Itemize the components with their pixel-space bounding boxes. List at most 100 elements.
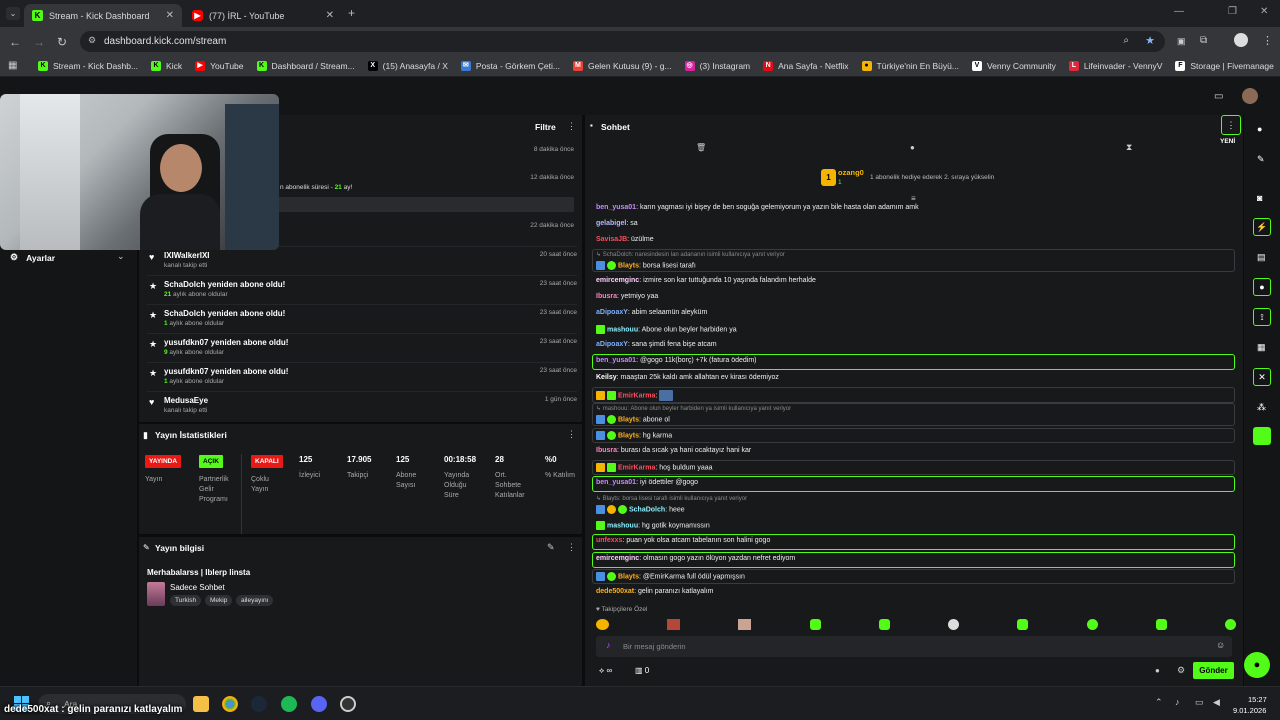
emote-icon[interactable] <box>596 619 609 630</box>
chat-username[interactable]: emircemginc <box>596 277 639 284</box>
chat-icon[interactable]: ● <box>910 143 915 152</box>
tab-search-button[interactable]: ⌄ <box>6 7 20 20</box>
close-tab-icon[interactable]: ✕ <box>166 10 174 21</box>
settings-nav-item[interactable]: ⚙ Ayarlar <box>10 252 55 263</box>
chat-username[interactable]: Blayts <box>618 416 639 423</box>
chat-username[interactable]: mashouu <box>607 326 638 333</box>
chat-username[interactable]: EmirKarma <box>618 392 655 399</box>
chat-username[interactable]: gelabigel <box>596 220 626 227</box>
chat-username[interactable]: SchaDolch <box>629 506 665 513</box>
clock-time[interactable]: 15:27 <box>1248 695 1267 704</box>
chat-username[interactable]: Ibusra <box>596 293 617 300</box>
steam-icon[interactable] <box>251 696 267 712</box>
volume-icon[interactable]: ◀ <box>1213 697 1220 708</box>
chat-username[interactable]: ben_yusa01 <box>596 479 636 486</box>
green-app-icon[interactable] <box>1253 427 1271 445</box>
emote-icon[interactable] <box>738 619 752 630</box>
restore-icon[interactable]: ❐ <box>1228 6 1237 17</box>
bookmark-item[interactable]: K Dashboard / Stream... <box>256 61 355 71</box>
info-icon[interactable]: ● <box>1257 124 1262 134</box>
collapse-icon[interactable]: ≡ <box>911 194 916 203</box>
chat-tool-icon[interactable]: ● <box>1253 278 1271 296</box>
chat-username[interactable]: dede500xat <box>596 588 634 595</box>
apps-grid-icon[interactable]: ▦ <box>8 60 17 71</box>
bookmark-item[interactable]: K Kick <box>151 61 182 71</box>
discord-icon[interactable] <box>311 696 327 712</box>
filter-button[interactable]: Filtre <box>535 122 556 132</box>
microphone-icon[interactable]: ♪ <box>606 640 611 650</box>
spotify-icon[interactable] <box>281 696 297 712</box>
emote-icon[interactable] <box>1224 619 1236 630</box>
share-icon[interactable]: ⁂ <box>1257 402 1266 413</box>
chat-username[interactable]: aDipoaxY <box>596 309 628 316</box>
emote-icon[interactable] <box>1155 619 1167 630</box>
chat-username[interactable]: ben_yusa01 <box>596 204 636 211</box>
monitor-icon[interactable]: ▭ <box>1195 697 1204 708</box>
bookmark-item[interactable]: F Storage | Fivemanage <box>1175 61 1274 71</box>
chat-username[interactable]: SavisaJB <box>596 236 627 243</box>
bookmark-item[interactable]: M Gelen Kutusu (9) - g... <box>572 61 672 71</box>
extensions-puzzle-icon[interactable]: ⧉ <box>1200 35 1207 46</box>
url-field[interactable]: ⚙ dashboard.kick.com/stream ⌕ ★ <box>80 31 1165 52</box>
extension-icon[interactable]: ▣ <box>1177 36 1186 47</box>
chat-username[interactable]: ben_yusa01 <box>596 357 636 364</box>
emote-icon[interactable] <box>948 619 960 630</box>
camera-icon[interactable]: ◙ <box>1257 193 1262 203</box>
bookmark-item[interactable]: ● Türkiye'nin En Büyü... <box>861 61 959 71</box>
forward-icon[interactable]: → <box>33 35 45 49</box>
emote-icon[interactable] <box>1017 619 1029 630</box>
emote-icon[interactable] <box>809 619 821 630</box>
emote-icon[interactable] <box>878 619 890 630</box>
tab-kick-dashboard[interactable]: K Stream - Kick Dashboard ✕ <box>24 4 182 27</box>
chat-username[interactable]: emircemginc <box>596 555 639 562</box>
chat-menu-button[interactable]: ⋮ <box>1221 115 1241 135</box>
more-options-icon[interactable]: ⋮ <box>567 121 576 132</box>
bookmark-item[interactable]: ◎ (3) Instagram <box>684 61 750 71</box>
chrome-icon[interactable] <box>222 696 238 712</box>
minimize-icon[interactable]: — <box>1174 6 1184 17</box>
back-icon[interactable]: ← <box>9 35 21 49</box>
more-options-icon[interactable]: ⋮ <box>567 542 576 553</box>
site-info-icon[interactable]: ⚙ <box>88 35 96 46</box>
chat-username[interactable]: Blayts <box>618 432 639 439</box>
chat-bubble-icon[interactable]: ● <box>1155 666 1160 675</box>
tab-youtube[interactable]: ▶ (77) İRL - YouTube ✕ <box>184 4 342 27</box>
chat-username[interactable]: Blayts <box>618 262 639 269</box>
bookmark-item[interactable]: N Ana Sayfa - Netflix <box>763 61 849 71</box>
profile-avatar[interactable] <box>1234 33 1248 47</box>
user-avatar[interactable] <box>1242 88 1258 104</box>
clock-date[interactable]: 9.01.2026 <box>1233 706 1266 715</box>
chat-username[interactable]: aDipoaxY <box>596 341 628 348</box>
hourglass-icon[interactable]: ⧗ <box>1126 142 1132 153</box>
wrench-icon[interactable]: ✕ <box>1253 368 1271 386</box>
new-tab-icon[interactable]: + <box>348 6 355 20</box>
chat-username[interactable]: mashouu <box>607 522 638 529</box>
dashboard-icon[interactable]: ▭ <box>1214 91 1223 102</box>
bookmark-star-icon[interactable]: ★ <box>1145 34 1155 47</box>
trash-icon[interactable]: 🗑 <box>696 143 706 152</box>
bookmark-item[interactable]: L Lifeinvader - VennyV <box>1068 61 1162 71</box>
pencil-icon[interactable]: ✎ <box>1257 154 1265 165</box>
chat-username[interactable]: EmirKarma <box>618 464 655 471</box>
broadcast-icon[interactable]: ⟟ <box>1253 308 1271 326</box>
chat-username[interactable]: Ibusra <box>596 447 617 454</box>
emote-icon[interactable] <box>667 619 681 630</box>
menu-dots-icon[interactable]: ⋮ <box>1262 34 1273 47</box>
lightning-icon[interactable]: ⚡ <box>1253 218 1271 236</box>
gear-icon[interactable]: ⚙ <box>1177 665 1185 676</box>
chat-input-field[interactable]: ♪ Bir mesaj gönderin ☺ <box>596 636 1232 657</box>
chevron-down-icon[interactable]: ⌄ <box>117 251 125 262</box>
bookmark-item[interactable]: ▶ YouTube <box>195 61 244 71</box>
bookmark-item[interactable]: V Venny Community <box>971 61 1056 71</box>
send-button[interactable]: Gönder <box>1193 662 1234 679</box>
reload-icon[interactable]: ↻ <box>57 35 67 49</box>
chat-username[interactable]: unfexxs <box>596 537 622 544</box>
bookmark-item[interactable]: K Stream - Kick Dashb... <box>38 61 138 71</box>
chat-username[interactable]: Keilsy <box>596 374 617 381</box>
chat-username[interactable]: Blayts <box>618 573 639 580</box>
close-window-icon[interactable]: ✕ <box>1260 6 1268 17</box>
microphone-icon[interactable]: ♪ <box>1175 697 1180 707</box>
bookmark-item[interactable]: X (15) Anasayfa / X <box>367 61 448 71</box>
file-explorer-icon[interactable] <box>193 696 209 712</box>
stack-icon[interactable]: ▦ <box>1257 342 1266 353</box>
